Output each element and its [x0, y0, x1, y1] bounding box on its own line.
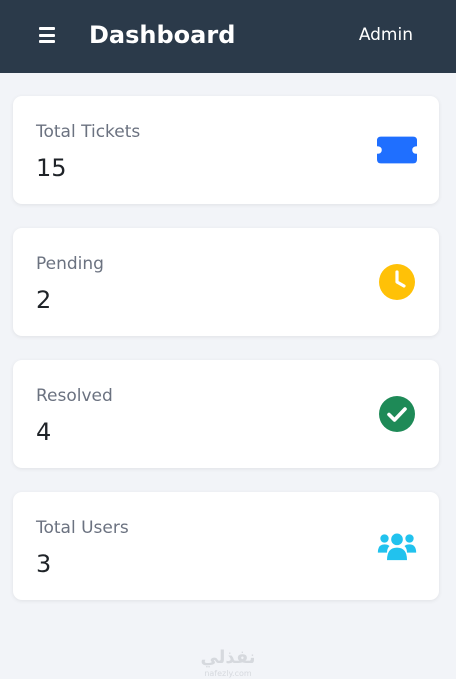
stat-card-pending: Pending 2 — [13, 228, 439, 336]
users-icon-graphic — [377, 533, 417, 561]
check-circle-icon — [377, 394, 417, 434]
stat-card-total-users: Total Users 3 — [13, 492, 439, 600]
stat-card-value: 15 — [36, 154, 67, 182]
admin-user-link[interactable]: Admin — [359, 24, 413, 46]
watermark-url: nafezly.com — [204, 669, 252, 678]
users-icon — [377, 526, 417, 566]
stat-card-label: Total Users — [36, 518, 129, 538]
hamburger-menu-icon[interactable] — [39, 27, 55, 43]
stat-card-value: 4 — [36, 418, 52, 446]
clock-icon-graphic — [379, 264, 415, 300]
stat-card-value: 3 — [36, 550, 52, 578]
page-title: Dashboard — [89, 21, 236, 49]
check-circle-icon-graphic — [379, 396, 415, 432]
stat-card-label: Total Tickets — [36, 122, 141, 142]
ticket-icon — [377, 130, 417, 170]
top-navbar: Dashboard Admin — [0, 0, 456, 73]
menu-line — [39, 40, 55, 43]
stat-card-label: Pending — [36, 254, 104, 274]
stat-card-label: Resolved — [36, 386, 113, 406]
menu-line — [39, 27, 55, 30]
ticket-icon-graphic — [377, 136, 417, 164]
menu-line — [39, 33, 55, 37]
stat-card-value: 2 — [36, 286, 52, 314]
stat-cards: Total Tickets 15 Pending 2 Resolved 4 To… — [13, 96, 439, 624]
stat-card-resolved: Resolved 4 — [13, 360, 439, 468]
clock-icon — [377, 262, 417, 302]
stat-card-total-tickets: Total Tickets 15 — [13, 96, 439, 204]
watermark-logo: نفذلي — [200, 647, 256, 668]
